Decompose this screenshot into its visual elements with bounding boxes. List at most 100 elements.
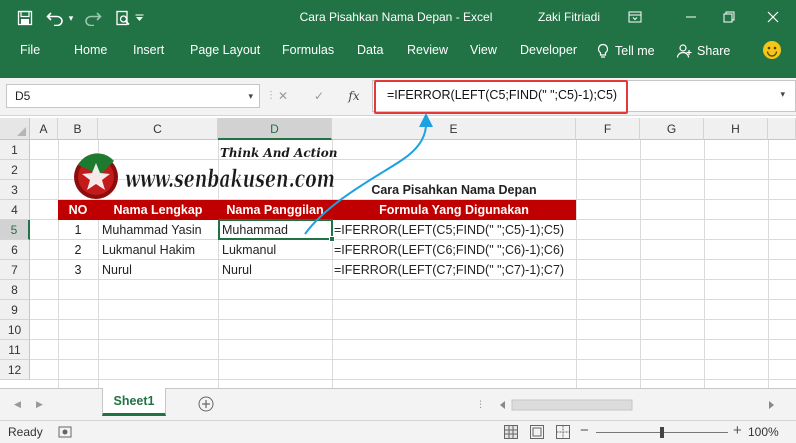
cell-full-name[interactable]: Lukmanul Hakim: [102, 240, 195, 260]
sheet-title[interactable]: Cara Pisahkan Nama Depan: [332, 180, 576, 200]
cell-no[interactable]: 1: [58, 220, 98, 240]
ribbon-tabs: File Home Insert Page Layout Formulas Da…: [0, 36, 796, 78]
cell-full-name[interactable]: Muhammad Yasin: [102, 220, 202, 240]
print-preview-button[interactable]: [112, 8, 134, 28]
worksheet-grid[interactable]: A B C D E F G H 1 2 3 4 5 6 7 8 9 10 11 …: [0, 118, 796, 388]
tab-formulas[interactable]: Formulas: [282, 43, 334, 57]
header-full-name[interactable]: Nama Lengkap: [98, 200, 218, 220]
expand-formula-bar-icon[interactable]: ▾: [780, 89, 785, 100]
name-box-dropdown-icon[interactable]: ▾: [248, 85, 253, 107]
tab-file[interactable]: File: [20, 43, 40, 57]
fill-handle[interactable]: [329, 236, 335, 242]
header-formula[interactable]: Formula Yang Digunakan: [332, 200, 576, 220]
quick-access-toolbar: ▾: [14, 8, 150, 28]
column-header-f[interactable]: F: [576, 118, 640, 140]
normal-view-icon[interactable]: [504, 425, 518, 439]
row-header-6[interactable]: 6: [0, 240, 30, 260]
person-add-icon: [676, 44, 692, 58]
ribbon-display-options-button[interactable]: [622, 6, 648, 28]
prev-sheet-icon[interactable]: ◀: [14, 399, 21, 410]
gridline: [30, 339, 796, 340]
cell-nickname[interactable]: Lukmanul: [222, 240, 276, 260]
redo-button[interactable]: [82, 8, 104, 28]
save-button[interactable]: [14, 8, 36, 28]
cancel-entry-button[interactable]: ✕: [272, 86, 294, 106]
insert-function-button[interactable]: fx: [343, 86, 365, 106]
undo-dropdown[interactable]: ▾: [66, 8, 76, 28]
select-all-button[interactable]: [0, 118, 30, 140]
enter-button[interactable]: ✓: [308, 86, 330, 106]
page-break-preview-icon[interactable]: [556, 425, 570, 439]
gridline: [30, 319, 796, 320]
row-header-7[interactable]: 7: [0, 260, 30, 280]
tab-insert[interactable]: Insert: [133, 43, 164, 57]
cell-no[interactable]: 3: [58, 260, 98, 280]
cell-nickname[interactable]: Nurul: [222, 260, 252, 280]
sheet-tab-sheet1[interactable]: Sheet1: [102, 388, 166, 416]
cell-full-name[interactable]: Nurul: [102, 260, 132, 280]
row-header-2[interactable]: 2: [0, 160, 30, 180]
row-header-9[interactable]: 9: [0, 300, 30, 320]
row-header-8[interactable]: 8: [0, 280, 30, 300]
column-header-h[interactable]: H: [704, 118, 768, 140]
cell-formula[interactable]: =IFERROR(LEFT(C7;FIND(" ";C7)-1);C7): [334, 260, 564, 280]
share-button[interactable]: Share: [676, 43, 730, 59]
row-header-11[interactable]: 11: [0, 340, 30, 360]
column-header-g[interactable]: G: [640, 118, 704, 140]
column-header-e[interactable]: E: [332, 118, 576, 140]
gridline: [30, 299, 796, 300]
row-header-1[interactable]: 1: [0, 140, 30, 160]
column-header-c[interactable]: C: [98, 118, 218, 140]
zoom-slider-thumb[interactable]: [660, 427, 664, 438]
row-header-4[interactable]: 4: [0, 200, 30, 220]
next-sheet-icon[interactable]: ▶: [36, 399, 43, 410]
tab-data[interactable]: Data: [357, 43, 383, 57]
sheet-tab-bar: ◀ ▶ Sheet1 ⋮: [0, 388, 796, 420]
header-nickname[interactable]: Nama Panggilan: [218, 200, 332, 220]
undo-button[interactable]: [44, 8, 66, 28]
column-header-a[interactable]: A: [30, 118, 58, 140]
logo-tagline: Think And Action: [220, 146, 337, 160]
row-header-3[interactable]: 3: [0, 180, 30, 200]
row-header-5[interactable]: 5: [0, 220, 30, 240]
restore-icon: [723, 11, 735, 23]
formula-bar-grip-icon[interactable]: ⋮: [266, 88, 276, 104]
macro-record-icon[interactable]: [58, 425, 72, 439]
tab-home[interactable]: Home: [74, 43, 107, 57]
tab-split-grip-icon[interactable]: ⋮: [476, 399, 485, 410]
cell-formula[interactable]: =IFERROR(LEFT(C6;FIND(" ";C6)-1);C6): [334, 240, 564, 260]
column-header-next[interactable]: [768, 118, 796, 140]
status-ready: Ready: [8, 425, 43, 439]
name-box[interactable]: D5 ▾: [6, 84, 260, 108]
undo-icon: [46, 12, 63, 26]
formula-input[interactable]: =IFERROR(LEFT(C5;FIND(" ";C5)-1);C5) ▾: [372, 80, 796, 112]
zoom-level[interactable]: 100%: [748, 425, 779, 439]
tell-me-box[interactable]: Tell me: [596, 43, 655, 59]
row-header-12[interactable]: 12: [0, 360, 30, 380]
minimize-button[interactable]: [678, 6, 704, 28]
share-label: Share: [697, 44, 731, 58]
user-name[interactable]: Zaki Fitriadi: [538, 10, 600, 24]
column-header-b[interactable]: B: [58, 118, 98, 140]
cell-formula[interactable]: =IFERROR(LEFT(C5;FIND(" ";C5)-1);C5): [334, 220, 564, 240]
column-header-d[interactable]: D: [218, 118, 332, 140]
tab-developer[interactable]: Developer: [520, 43, 577, 57]
header-no[interactable]: NO: [58, 200, 98, 220]
cell-no[interactable]: 2: [58, 240, 98, 260]
tab-view[interactable]: View: [470, 43, 497, 57]
close-button[interactable]: [760, 6, 786, 28]
zoom-in-button[interactable]: +: [733, 422, 742, 439]
lightbulb-icon: [597, 43, 609, 58]
window-title: Cara Pisahkan Nama Depan - Excel: [299, 10, 493, 24]
tab-review[interactable]: Review: [407, 43, 448, 57]
tab-page-layout[interactable]: Page Layout: [190, 43, 260, 57]
smiley-feedback-icon[interactable]: [762, 40, 782, 60]
customize-qat-dropdown[interactable]: [134, 8, 144, 28]
page-layout-view-icon[interactable]: [530, 425, 544, 439]
minimize-icon: [686, 16, 696, 18]
add-sheet-icon[interactable]: [198, 396, 214, 412]
row-header-10[interactable]: 10: [0, 320, 30, 340]
zoom-out-button[interactable]: −: [580, 422, 589, 439]
restore-button[interactable]: [716, 6, 742, 28]
horizontal-scrollbar[interactable]: [498, 399, 776, 411]
